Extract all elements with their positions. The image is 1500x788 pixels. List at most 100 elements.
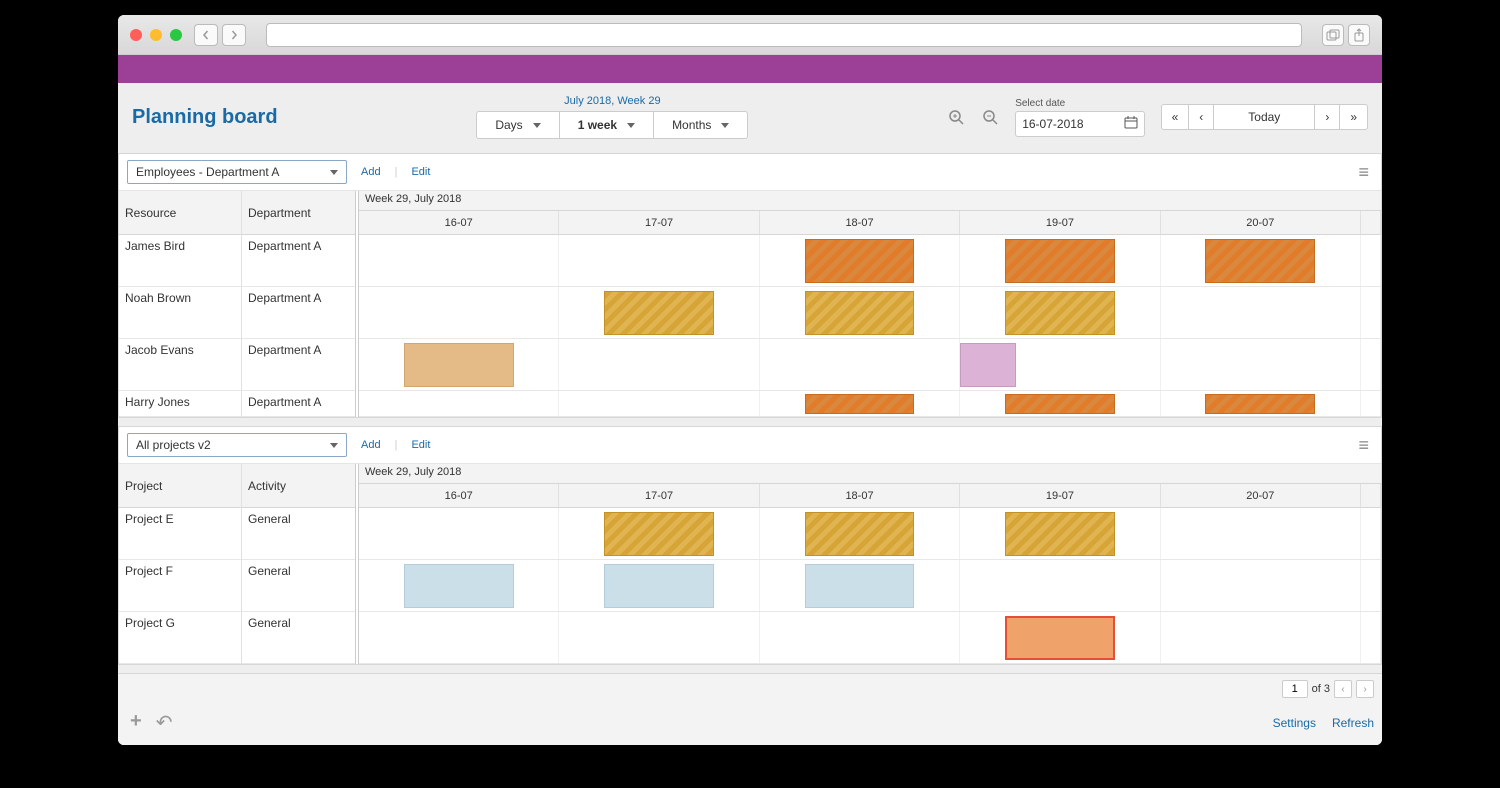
filter-projects-label: All projects v2: [136, 438, 211, 452]
schedule-block[interactable]: [1005, 616, 1115, 660]
day-cell[interactable]: [1161, 391, 1361, 416]
chevron-down-icon: [330, 443, 338, 448]
edit-link[interactable]: Edit: [411, 439, 430, 451]
day-cell[interactable]: [1161, 612, 1361, 663]
settings-link[interactable]: Settings: [1273, 716, 1316, 730]
day-cell[interactable]: [359, 508, 559, 559]
day-cell[interactable]: [960, 612, 1160, 663]
day-cell[interactable]: [960, 391, 1160, 416]
day-cell[interactable]: [559, 612, 759, 663]
day-cell[interactable]: [559, 560, 759, 611]
nav-first[interactable]: «: [1162, 105, 1190, 129]
edit-link[interactable]: Edit: [411, 166, 430, 178]
minimize-icon[interactable]: [150, 29, 162, 41]
schedule-block[interactable]: [604, 564, 714, 608]
app-window: Planning board July 2018, Week 29 Days 1…: [118, 15, 1382, 745]
page-prev[interactable]: ‹: [1334, 680, 1352, 698]
range-week[interactable]: 1 week: [560, 112, 654, 138]
undo-icon[interactable]: ↶: [156, 710, 173, 735]
browser-titlebar: [118, 15, 1382, 55]
day-cell[interactable]: [359, 339, 559, 390]
filter-projects[interactable]: All projects v2: [127, 433, 347, 457]
col-resource: Resource: [119, 191, 241, 235]
schedule-block[interactable]: [960, 343, 1016, 387]
nav-last[interactable]: »: [1340, 105, 1367, 129]
add-link[interactable]: Add: [361, 439, 381, 451]
row-label: Jacob Evans: [119, 339, 241, 391]
day-cell[interactable]: [960, 287, 1160, 338]
filter-employees[interactable]: Employees - Department A: [127, 160, 347, 184]
zoom-out-icon[interactable]: [981, 108, 999, 126]
day-cell[interactable]: [760, 235, 960, 286]
page-input[interactable]: [1282, 680, 1308, 698]
schedule-block[interactable]: [1005, 512, 1115, 556]
day-cell[interactable]: [1161, 287, 1361, 338]
day-cell[interactable]: [559, 391, 759, 416]
day-cell[interactable]: [960, 235, 1160, 286]
schedule-block[interactable]: [404, 343, 514, 387]
day-cell[interactable]: [1161, 339, 1361, 390]
day-cell[interactable]: [760, 612, 960, 663]
tabs-icon[interactable]: [1322, 24, 1344, 46]
day-cell[interactable]: [559, 339, 759, 390]
schedule-block[interactable]: [1005, 239, 1115, 283]
day-cell[interactable]: [359, 235, 559, 286]
day-cell[interactable]: [760, 339, 960, 390]
row-label: Harry Jones: [119, 391, 241, 417]
row-sublabel: General: [242, 508, 355, 560]
date-input[interactable]: 16-07-2018: [1015, 111, 1144, 137]
menu-icon[interactable]: ≡: [1354, 162, 1373, 183]
filter-employees-label: Employees - Department A: [136, 165, 279, 179]
day-cell[interactable]: [359, 391, 559, 416]
main-toolbar: Planning board July 2018, Week 29 Days 1…: [118, 83, 1382, 153]
day-cell[interactable]: [559, 287, 759, 338]
schedule-block[interactable]: [604, 291, 714, 335]
projects-panel: All projects v2 Add | Edit ≡ Project Pro…: [118, 426, 1382, 665]
schedule-block[interactable]: [805, 564, 915, 608]
day-cell[interactable]: [359, 287, 559, 338]
schedule-block[interactable]: [805, 394, 915, 414]
day-cell[interactable]: [760, 560, 960, 611]
day-cell[interactable]: [1161, 235, 1361, 286]
day-cell[interactable]: [559, 508, 759, 559]
schedule-block[interactable]: [805, 291, 915, 335]
forward-button[interactable]: [222, 24, 246, 46]
range-months[interactable]: Months: [654, 112, 747, 138]
day-cell[interactable]: [1161, 560, 1361, 611]
day-cell[interactable]: [559, 235, 759, 286]
schedule-block[interactable]: [1205, 239, 1315, 283]
schedule-block[interactable]: [1005, 394, 1115, 414]
schedule-row: [359, 287, 1381, 339]
nav-today[interactable]: Today: [1214, 105, 1315, 129]
share-icon[interactable]: [1348, 24, 1370, 46]
schedule-block[interactable]: [1005, 291, 1115, 335]
refresh-link[interactable]: Refresh: [1332, 716, 1374, 730]
schedule-block[interactable]: [604, 512, 714, 556]
nav-next[interactable]: ›: [1315, 105, 1340, 129]
day-cell[interactable]: [760, 391, 960, 416]
day-cell[interactable]: [960, 508, 1160, 559]
schedule-block[interactable]: [805, 239, 915, 283]
day-cell[interactable]: [1161, 508, 1361, 559]
back-button[interactable]: [194, 24, 218, 46]
zoom-in-icon[interactable]: [947, 108, 965, 126]
day-cell[interactable]: [760, 508, 960, 559]
day-cell[interactable]: [960, 339, 1160, 390]
maximize-icon[interactable]: [170, 29, 182, 41]
day-cell[interactable]: [359, 612, 559, 663]
add-icon[interactable]: +: [130, 710, 142, 735]
schedule-block[interactable]: [1205, 394, 1315, 414]
range-days[interactable]: Days: [477, 112, 559, 138]
day-cell[interactable]: [960, 560, 1160, 611]
day-cell[interactable]: [760, 287, 960, 338]
close-icon[interactable]: [130, 29, 142, 41]
divider: |: [395, 166, 398, 178]
page-next[interactable]: ›: [1356, 680, 1374, 698]
add-link[interactable]: Add: [361, 166, 381, 178]
schedule-block[interactable]: [404, 564, 514, 608]
day-cell[interactable]: [359, 560, 559, 611]
schedule-block[interactable]: [805, 512, 915, 556]
url-bar[interactable]: [266, 23, 1302, 47]
menu-icon[interactable]: ≡: [1354, 435, 1373, 456]
nav-prev[interactable]: ‹: [1189, 105, 1214, 129]
